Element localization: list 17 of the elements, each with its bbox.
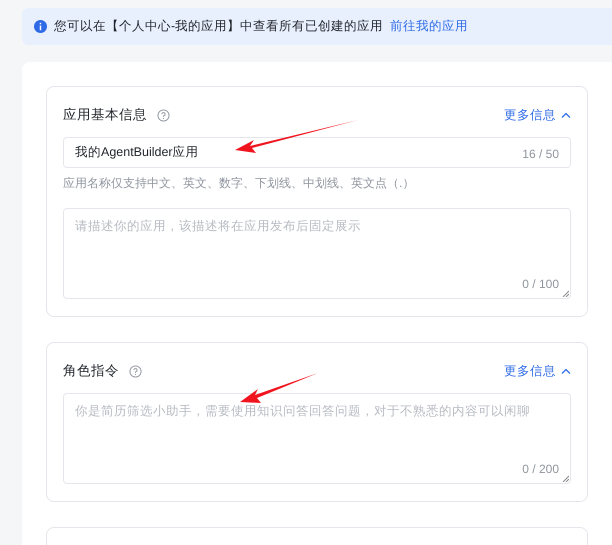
section-title: 应用基本信息 (63, 106, 147, 124)
character-counter: 0 / 100 (522, 276, 559, 293)
chevron-up-icon (561, 112, 571, 118)
resize-handle-icon[interactable] (562, 475, 569, 482)
chevron-up-icon (561, 368, 571, 374)
section-title: 角色指令 (63, 362, 119, 380)
more-info-toggle[interactable]: 更多信息 (504, 362, 571, 380)
banner-text: 您可以在【个人中心-我的应用】中查看所有已创建的应用 (54, 18, 384, 36)
info-icon (34, 20, 47, 33)
help-icon[interactable] (129, 364, 142, 378)
resize-handle-icon[interactable] (562, 290, 569, 297)
more-info-toggle[interactable]: 更多信息 (504, 106, 571, 124)
help-icon[interactable] (157, 108, 170, 122)
my-apps-link[interactable]: 前往我的应用 (390, 17, 468, 36)
character-counter: 16 / 50 (522, 146, 559, 163)
character-counter: 0 / 200 (522, 461, 559, 478)
field-hint: 应用名称仅支持中文、英文、数字、下划线、中划线、英文点（.） (63, 175, 416, 192)
